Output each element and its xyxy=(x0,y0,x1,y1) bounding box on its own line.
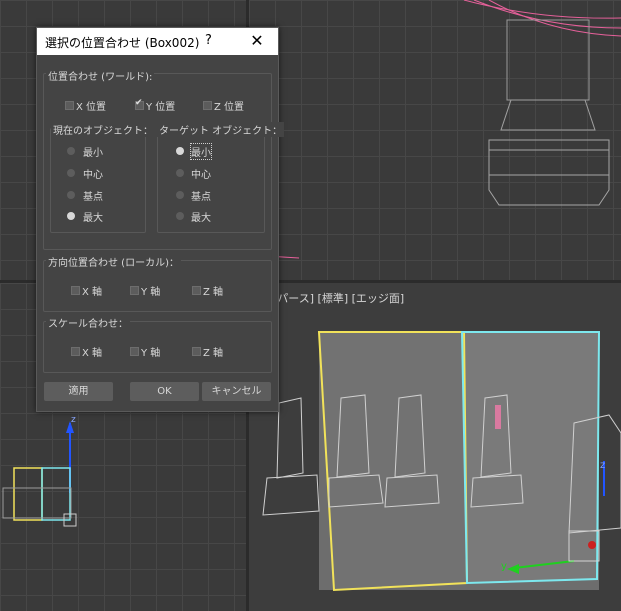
target-max-label[interactable]: 最大 xyxy=(191,209,211,224)
x-position-label[interactable]: X 位置 xyxy=(76,98,106,113)
scale-z-label[interactable]: Z 軸 xyxy=(203,344,223,359)
target-min-radio[interactable] xyxy=(176,147,184,155)
viewport-top-right[interactable] xyxy=(249,0,621,280)
target-pivot-label[interactable]: 基点 xyxy=(191,188,211,203)
current-object-label: 現在のオブジェクト： xyxy=(51,122,155,137)
y-position-checkbox[interactable] xyxy=(135,98,144,110)
orient-z-checkbox[interactable] xyxy=(192,286,201,295)
target-max-radio[interactable] xyxy=(176,212,184,220)
scale-y-checkbox[interactable] xyxy=(130,347,139,356)
wireframe-perspective xyxy=(262,331,621,592)
current-min-label[interactable]: 最小 xyxy=(83,144,103,159)
current-max-label[interactable]: 最大 xyxy=(83,209,103,224)
orient-y-label[interactable]: Y 軸 xyxy=(141,283,160,298)
z-position-checkbox[interactable] xyxy=(203,101,212,110)
scale-match-label: スケール合わせ： xyxy=(46,315,130,330)
close-icon[interactable]: ✕ xyxy=(247,30,267,52)
cancel-button[interactable]: キャンセル xyxy=(202,382,271,401)
current-center-radio[interactable] xyxy=(67,169,75,177)
target-min-label[interactable]: 最小 xyxy=(190,143,212,160)
z-axis-label-small: z xyxy=(71,415,76,425)
orient-y-checkbox[interactable] xyxy=(130,286,139,295)
target-pivot-radio[interactable] xyxy=(176,191,184,199)
target-center-radio[interactable] xyxy=(176,169,184,177)
current-min-radio[interactable] xyxy=(67,147,75,155)
wireframe-top-right xyxy=(249,0,621,259)
z-position-label[interactable]: Z 位置 xyxy=(214,98,244,113)
orient-z-label[interactable]: Z 軸 xyxy=(203,283,223,298)
orient-x-checkbox[interactable] xyxy=(71,286,80,295)
current-pivot-radio[interactable] xyxy=(67,191,75,199)
z-axis-label: z xyxy=(600,460,606,471)
current-max-radio[interactable] xyxy=(67,212,75,220)
current-center-label[interactable]: 中心 xyxy=(83,166,103,181)
scale-z-checkbox[interactable] xyxy=(192,347,201,356)
world-align-group-label: 位置合わせ (ワールド): xyxy=(46,68,155,83)
viewport-perspective[interactable]: [パース] [標準] [エッジ面] z y xyxy=(249,283,621,611)
target-center-label[interactable]: 中心 xyxy=(191,166,211,181)
current-pivot-label[interactable]: 基点 xyxy=(83,188,103,203)
x-position-checkbox[interactable] xyxy=(65,101,74,110)
help-icon[interactable]: ? xyxy=(205,33,212,48)
scale-y-label[interactable]: Y 軸 xyxy=(141,344,160,359)
ok-button[interactable]: OK xyxy=(130,382,199,401)
scale-x-label[interactable]: X 軸 xyxy=(82,344,102,359)
orient-x-label[interactable]: X 軸 xyxy=(82,283,102,298)
target-object-label: ターゲット オブジェクト： xyxy=(157,122,285,137)
y-axis-label: y xyxy=(501,561,507,572)
target-object-group xyxy=(157,128,265,233)
dialog-titlebar[interactable]: 選択の位置合わせ (Box002) ? ✕ xyxy=(37,28,278,55)
align-selection-dialog: 選択の位置合わせ (Box002) ? ✕ 位置合わせ (ワールド): X 位置… xyxy=(36,27,285,412)
orientation-align-label: 方向位置合わせ (ローカル)： xyxy=(46,254,181,269)
dialog-title: 選択の位置合わせ (Box002) xyxy=(45,36,200,50)
scale-x-checkbox[interactable] xyxy=(71,347,80,356)
y-position-label[interactable]: Y 位置 xyxy=(146,98,175,113)
apply-button[interactable]: 適用 xyxy=(44,382,113,401)
